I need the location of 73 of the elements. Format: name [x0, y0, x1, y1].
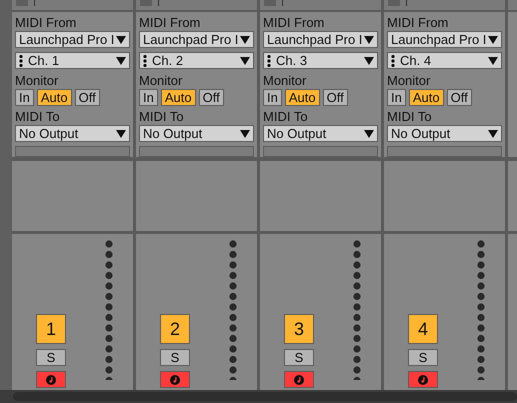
section-label: Monitor: [387, 73, 432, 88]
monitor-button[interactable]: Auto: [36, 89, 72, 106]
arm-button[interactable]: [408, 371, 438, 388]
monitor-button[interactable]: Off: [198, 89, 224, 106]
grip-icon: [143, 54, 147, 66]
caret-icon: [116, 36, 126, 44]
caret-icon: [488, 130, 498, 138]
record-icon: [294, 374, 304, 384]
arm-button[interactable]: [284, 371, 314, 388]
dropdown[interactable]: Launchpad Pro I: [263, 31, 378, 48]
caret-icon: [364, 56, 374, 64]
dropdown[interactable]: No Output: [387, 125, 502, 142]
dropdown[interactable]: Ch. 1: [15, 52, 130, 69]
section-label: MIDI To: [387, 109, 433, 124]
section-label: MIDI From: [263, 15, 326, 30]
monitor-button[interactable]: In: [139, 89, 158, 106]
empty-field[interactable]: [263, 146, 378, 157]
dropdown[interactable]: No Output: [263, 125, 378, 142]
monitor-button[interactable]: In: [263, 89, 282, 106]
dropdown[interactable]: Ch. 4: [387, 52, 502, 69]
section-label: Monitor: [15, 73, 60, 88]
caret-icon: [240, 130, 250, 138]
caret-icon: [240, 56, 250, 64]
monitor-button[interactable]: Off: [322, 89, 348, 106]
solo-button[interactable]: S: [160, 349, 190, 366]
dropdown[interactable]: Launchpad Pro I: [15, 31, 130, 48]
arm-button[interactable]: [160, 371, 190, 388]
grip-icon: [19, 54, 23, 66]
dropdown[interactable]: No Output: [139, 125, 254, 142]
track-activator-button[interactable]: 2: [160, 314, 190, 344]
caret-icon: [488, 36, 498, 44]
solo-button[interactable]: S: [36, 349, 66, 366]
solo-button[interactable]: S: [284, 349, 314, 366]
section-label: MIDI To: [263, 109, 309, 124]
section-label: MIDI To: [15, 109, 61, 124]
dropdown[interactable]: No Output: [15, 125, 130, 142]
record-icon: [418, 374, 428, 384]
grip-icon: [391, 54, 395, 66]
track-activator-button[interactable]: 3: [284, 314, 314, 344]
monitor-button[interactable]: In: [15, 89, 34, 106]
empty-field[interactable]: [139, 146, 254, 157]
section-label: MIDI From: [15, 15, 78, 30]
dropdown[interactable]: Launchpad Pro I: [139, 31, 254, 48]
record-icon: [46, 374, 56, 384]
section-label: MIDI From: [387, 15, 450, 30]
track-activator-button[interactable]: 1: [36, 314, 66, 344]
monitor-button[interactable]: Auto: [284, 89, 320, 106]
track-activator-button[interactable]: 4: [408, 314, 438, 344]
empty-field[interactable]: [387, 146, 502, 157]
arm-button[interactable]: [36, 371, 66, 388]
caret-icon: [488, 56, 498, 64]
section-label: MIDI To: [139, 109, 185, 124]
monitor-button[interactable]: Off: [74, 89, 100, 106]
caret-icon: [364, 130, 374, 138]
solo-button[interactable]: S: [408, 349, 438, 366]
clip-slot-panel: [508, 161, 517, 231]
dropdown[interactable]: Ch. 3: [263, 52, 378, 69]
section-label: Monitor: [139, 73, 184, 88]
monitor-button[interactable]: Off: [446, 89, 472, 106]
monitor-button[interactable]: Auto: [408, 89, 444, 106]
record-icon: [170, 374, 180, 384]
monitor-button[interactable]: In: [387, 89, 406, 106]
dropdown[interactable]: Launchpad Pro I: [387, 31, 502, 48]
section-label: Monitor: [263, 73, 308, 88]
caret-icon: [240, 36, 250, 44]
grip-icon: [267, 54, 271, 66]
caret-icon: [116, 56, 126, 64]
empty-field[interactable]: [15, 146, 130, 157]
caret-icon: [364, 36, 374, 44]
section-label: MIDI From: [139, 15, 202, 30]
monitor-button[interactable]: Auto: [160, 89, 196, 106]
caret-icon: [116, 130, 126, 138]
dropdown[interactable]: Ch. 2: [139, 52, 254, 69]
